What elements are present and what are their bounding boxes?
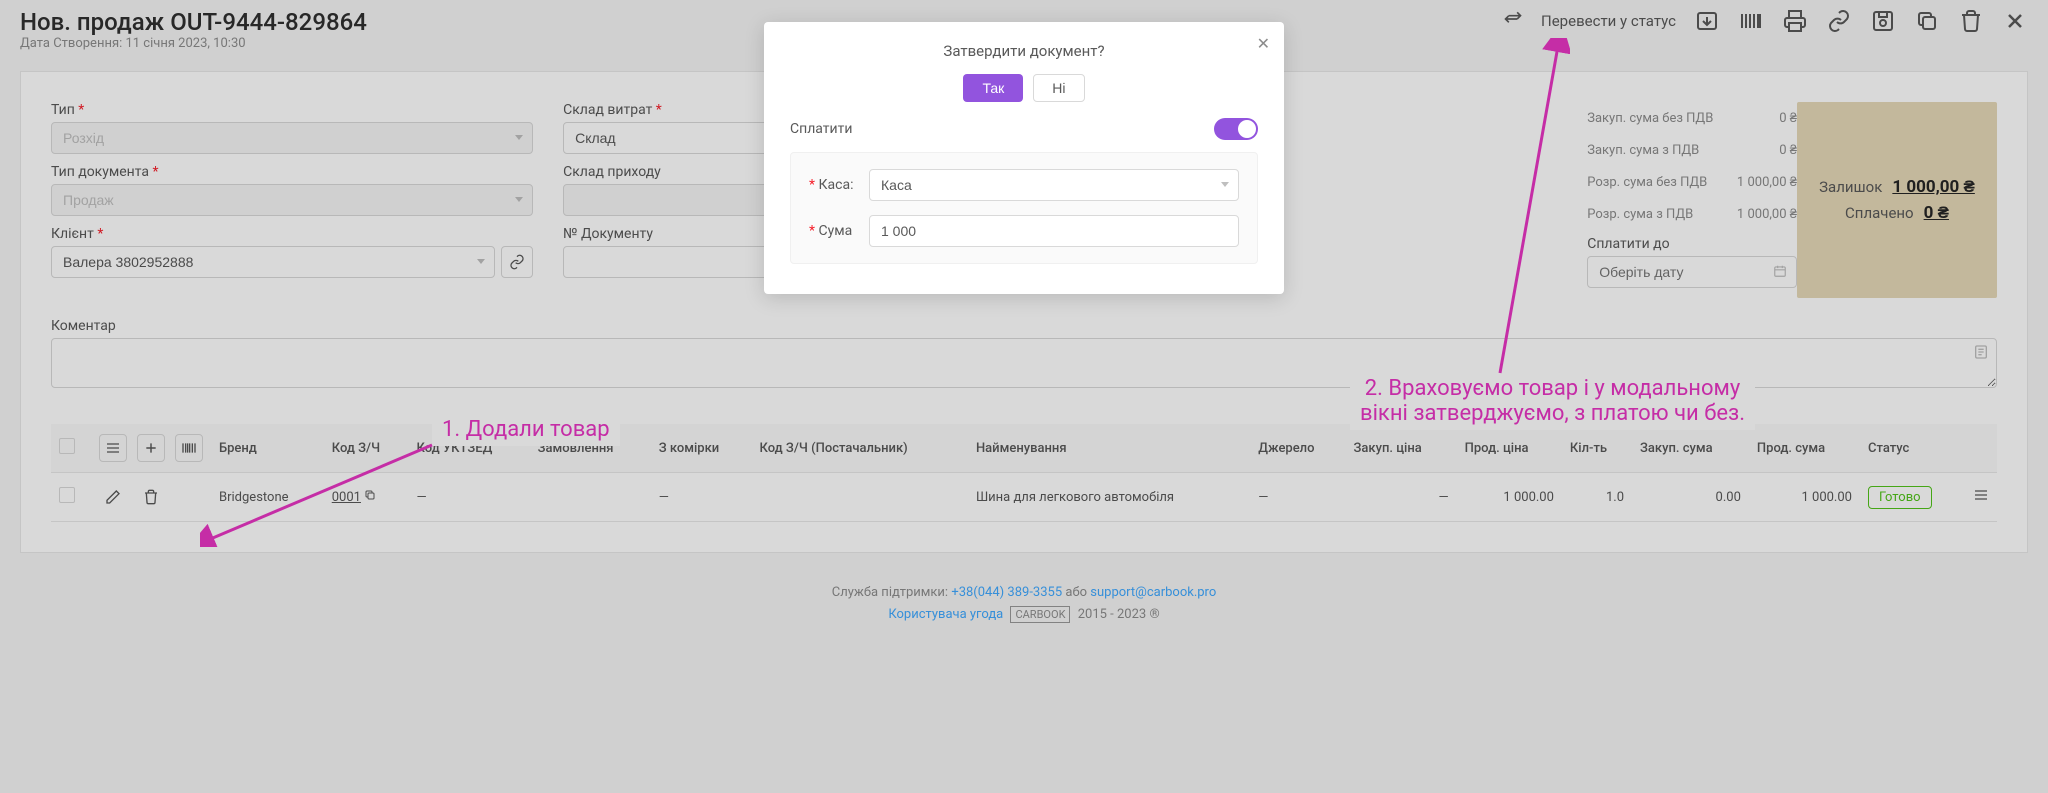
cash-select[interactable] [869,169,1239,201]
confirm-modal: ✕ Затвердити документ? Так Ні Сплатити К… [764,22,1284,294]
pay-toggle[interactable] [1214,118,1258,140]
sum-input[interactable] [869,215,1239,247]
confirm-no-button[interactable]: Ні [1033,74,1084,102]
modal-close-button[interactable]: ✕ [1257,34,1270,53]
sum-label: Сума [809,223,869,239]
confirm-yes-button[interactable]: Так [963,74,1023,102]
modal-title: Затвердити документ? [790,42,1258,60]
cash-label: Каса: [809,177,869,193]
pay-toggle-label: Сплатити [790,121,852,137]
